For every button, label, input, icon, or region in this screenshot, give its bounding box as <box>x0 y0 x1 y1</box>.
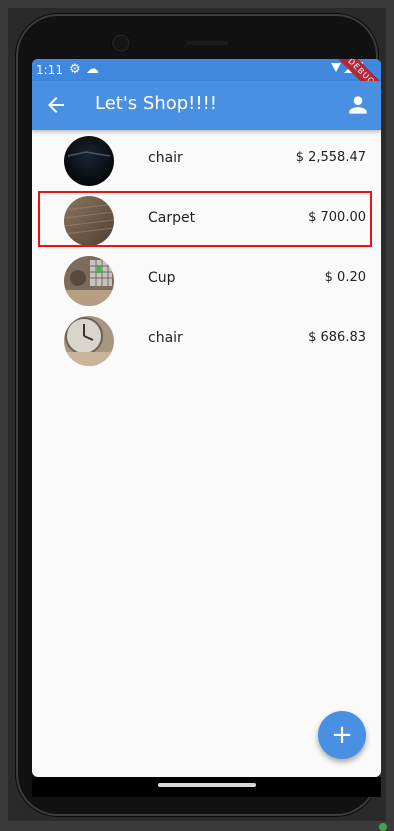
item-price: $ 0.20 <box>324 270 366 285</box>
product-image <box>64 196 114 246</box>
status-time: 1:11 <box>36 63 63 77</box>
back-button[interactable] <box>44 93 68 117</box>
list-item[interactable]: Carpet $ 700.00 <box>32 190 381 250</box>
product-thumbnail <box>64 316 114 366</box>
item-price: $ 686.83 <box>308 330 366 345</box>
system-nav-bar <box>32 777 381 797</box>
account-button[interactable] <box>345 92 371 118</box>
app-bar: Let's Shop!!!! <box>32 81 381 130</box>
product-list: chair $ 2,558.47 Carpet $ 700.00 Cup $ 0… <box>32 130 381 370</box>
app-screen: 1:11 ⚙ ☁ DEBUG Let's Shop!!!! chair $ 2,… <box>32 59 381 777</box>
status-bar: 1:11 ⚙ ☁ DEBUG <box>32 59 381 106</box>
product-image <box>64 316 114 366</box>
camera-icon <box>112 34 130 52</box>
gear-icon: ⚙ <box>69 62 81 77</box>
product-thumbnail <box>64 196 114 246</box>
item-price: $ 700.00 <box>308 210 366 225</box>
plus-icon: + <box>331 720 353 750</box>
list-item[interactable]: chair $ 2,558.47 <box>32 130 381 190</box>
product-thumbnail <box>64 256 114 306</box>
status-dot <box>379 823 387 831</box>
list-item[interactable]: chair $ 686.83 <box>32 310 381 370</box>
page-title: Let's Shop!!!! <box>95 93 218 114</box>
item-name: chair <box>148 330 183 346</box>
person-icon <box>349 96 367 114</box>
item-price: $ 2,558.47 <box>295 150 366 165</box>
product-image <box>64 256 114 306</box>
add-item-button[interactable]: + <box>318 711 366 759</box>
arrow-left-icon <box>48 97 64 113</box>
item-name: Carpet <box>148 210 196 226</box>
wifi-icon <box>331 63 341 72</box>
item-name: chair <box>148 150 183 166</box>
cloud-icon: ☁ <box>86 62 99 77</box>
speaker-grille <box>186 41 228 45</box>
item-name: Cup <box>148 270 176 286</box>
home-indicator[interactable] <box>158 783 256 787</box>
product-thumbnail <box>64 136 114 186</box>
product-image <box>64 136 114 186</box>
list-item[interactable]: Cup $ 0.20 <box>32 250 381 310</box>
